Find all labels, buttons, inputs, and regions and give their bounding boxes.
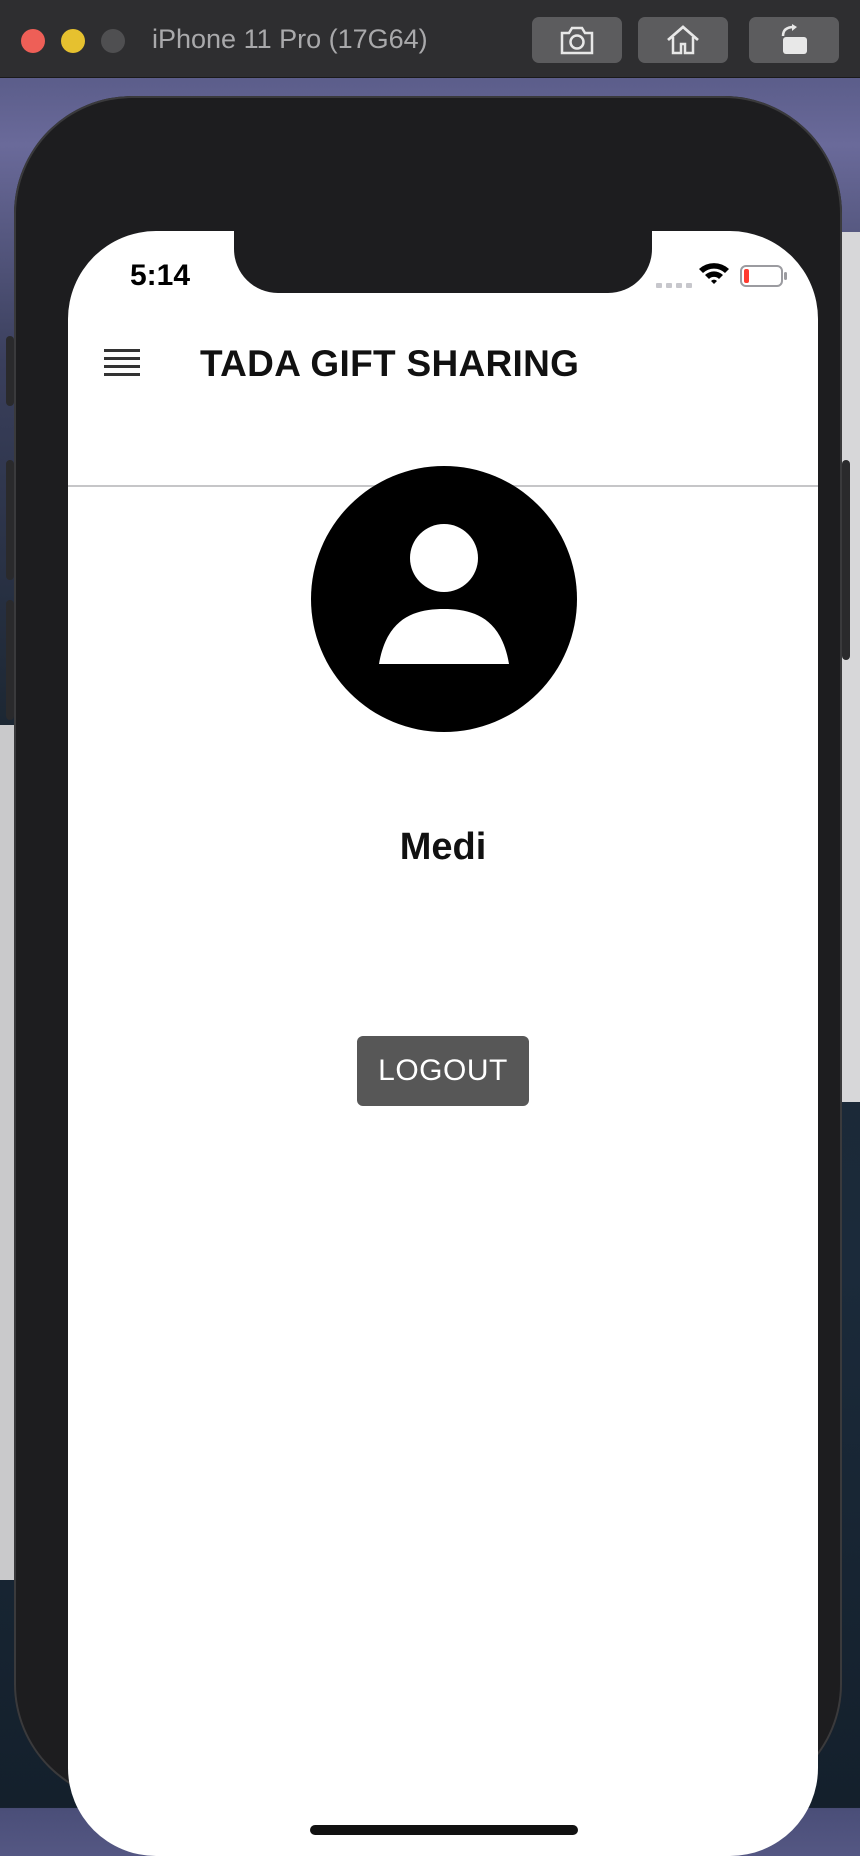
home-icon bbox=[667, 25, 699, 55]
minimize-window-button[interactable] bbox=[61, 29, 85, 53]
wifi-icon bbox=[699, 263, 729, 284]
cellular-signal-icon bbox=[656, 283, 692, 288]
home-button[interactable] bbox=[638, 17, 728, 63]
battery-level bbox=[744, 269, 749, 283]
camera-icon bbox=[560, 26, 594, 55]
notch bbox=[234, 231, 652, 293]
user-avatar-icon bbox=[311, 466, 577, 732]
app-screen: 5:14 TADA GIFT SHARING Medi LOGOUT bbox=[68, 231, 818, 1856]
rotate-button[interactable] bbox=[749, 17, 839, 63]
profile-avatar bbox=[311, 466, 577, 732]
power-button bbox=[842, 460, 850, 660]
profile-name: Medi bbox=[399, 826, 487, 868]
home-indicator[interactable] bbox=[310, 1825, 578, 1835]
background-window-right bbox=[840, 232, 860, 1102]
status-time: 5:14 bbox=[130, 259, 191, 292]
zoom-window-button[interactable] bbox=[101, 29, 125, 53]
app-header bbox=[68, 311, 818, 487]
simulator-titlebar: iPhone 11 Pro (17G64) bbox=[0, 0, 860, 78]
screenshot-button[interactable] bbox=[532, 17, 622, 63]
battery-icon bbox=[740, 265, 787, 287]
close-window-button[interactable] bbox=[21, 29, 45, 53]
app-title: TADA GIFT SHARING bbox=[200, 343, 580, 384]
simulator-title: iPhone 11 Pro (17G64) bbox=[152, 24, 428, 54]
iphone-frame: 5:14 TADA GIFT SHARING Medi LOGOUT bbox=[6, 96, 850, 1856]
mute-switch bbox=[6, 336, 14, 406]
menu-button[interactable] bbox=[102, 346, 142, 386]
volume-up-button bbox=[6, 460, 14, 580]
volume-down-button bbox=[6, 600, 14, 720]
rotate-icon bbox=[781, 24, 807, 54]
hamburger-menu-icon bbox=[104, 349, 140, 376]
logout-button[interactable]: LOGOUT bbox=[357, 1036, 529, 1106]
